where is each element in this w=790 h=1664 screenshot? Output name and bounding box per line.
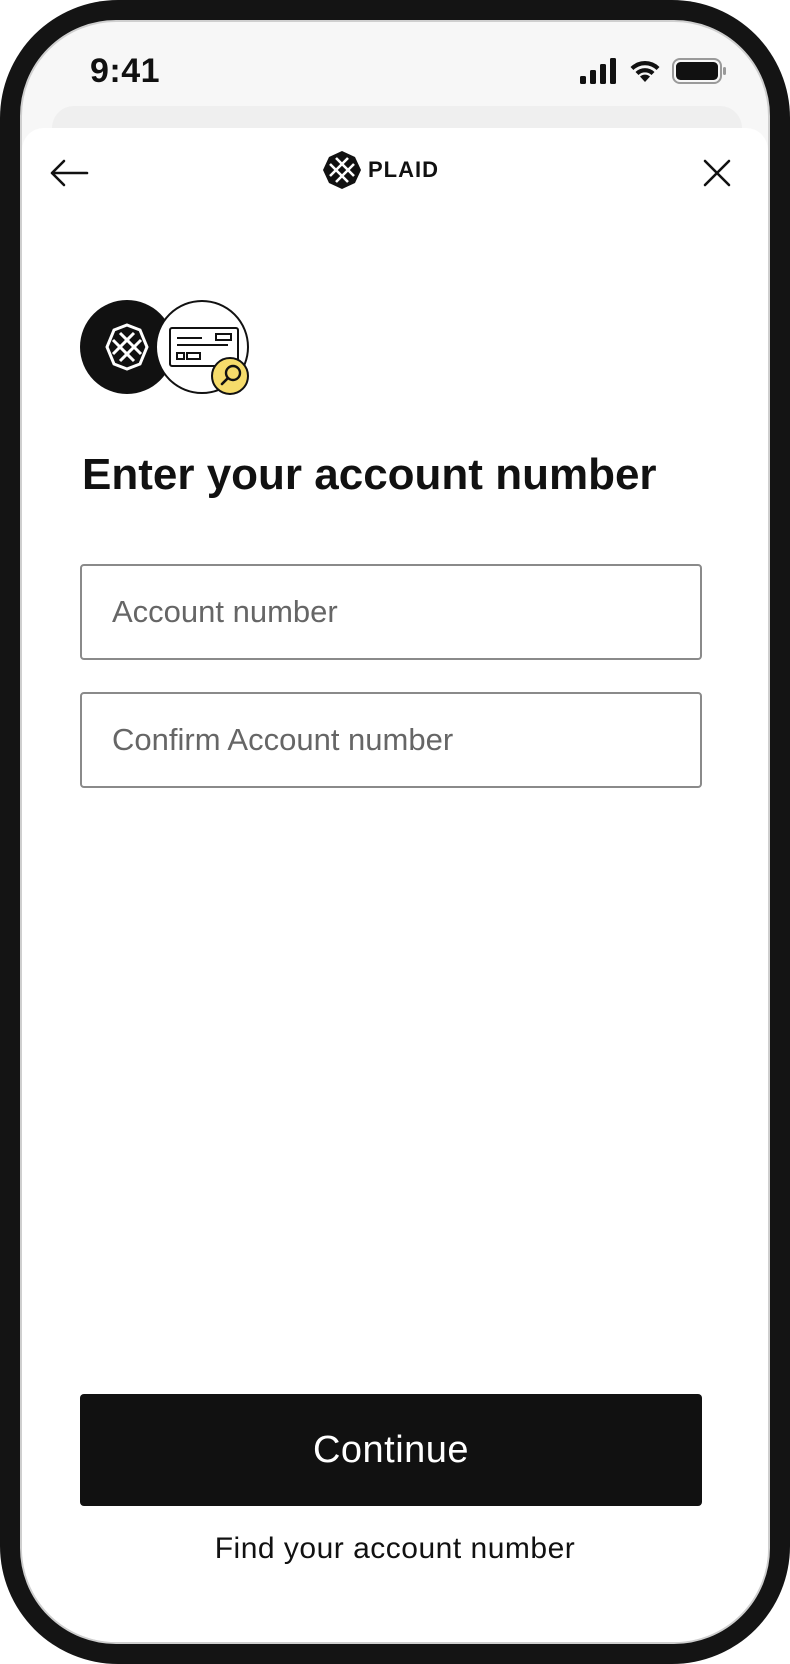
close-button[interactable] <box>694 150 740 196</box>
status-time: 9:41 <box>90 52 161 90</box>
status-icons <box>580 58 728 84</box>
back-button[interactable] <box>46 150 92 196</box>
battery-icon <box>672 58 726 84</box>
hero-illustration <box>80 300 249 395</box>
home-indicator <box>262 1642 532 1644</box>
phone-frame: 9:41 PLAID Enter your account number Acc… <box>0 0 790 1664</box>
account-number-field <box>80 564 702 660</box>
page-title: Enter your account number <box>82 450 657 499</box>
brand: PLAID <box>322 150 439 190</box>
modal-sheet: PLAID Enter your account number Account … <box>22 128 768 1644</box>
brand-name: PLAID <box>368 157 439 182</box>
find-account-number-link[interactable]: Find your account number <box>22 1532 768 1566</box>
phone-screen: 9:41 PLAID Enter your account number Acc… <box>20 20 770 1644</box>
plaid-logo-icon <box>323 151 361 189</box>
cellular-signal-icon <box>580 58 616 84</box>
wifi-icon <box>630 60 660 82</box>
confirm-account-number-input[interactable] <box>82 694 700 786</box>
hero-icons <box>80 300 250 396</box>
account-number-input[interactable] <box>82 566 700 658</box>
continue-button[interactable]: Continue <box>80 1394 702 1506</box>
arrow-left-icon <box>50 159 89 187</box>
magnifier-icon <box>211 357 249 395</box>
confirm-account-number-field <box>80 692 702 788</box>
nav-bar: PLAID <box>22 128 768 218</box>
close-icon <box>703 159 731 187</box>
